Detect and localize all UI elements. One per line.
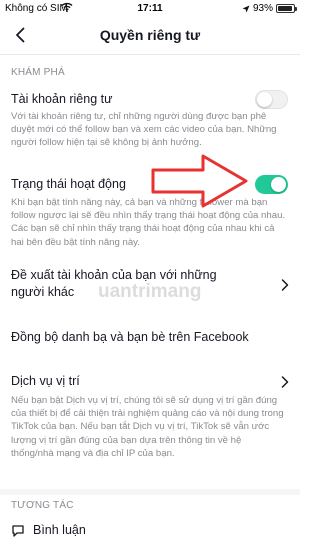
section-divider (0, 489, 300, 495)
nav-divider (0, 54, 300, 55)
watermark: uantrimang (98, 281, 202, 302)
nav-bar: Quyền riêng tư (0, 18, 300, 52)
arrow-annotation-icon (151, 154, 248, 208)
private-account-description: Với tài khoản riêng tư, chỉ những người … (11, 111, 277, 149)
chevron-right-icon (281, 279, 289, 291)
comments-title: Bình luận (33, 523, 86, 537)
location-services-description: Nếu bạn bật Dịch vụ vị trí, chúng tôi sẽ… (11, 395, 284, 459)
location-services-title: Dịch vụ vị trí (11, 374, 80, 388)
activity-status-toggle[interactable] (255, 175, 288, 194)
section-header-discover: KHÁM PHÁ (11, 67, 65, 78)
battery-fill (278, 6, 292, 11)
battery-icon (276, 4, 297, 13)
status-bar: Không có SIM 17:11 93% (0, 0, 300, 18)
comment-icon (12, 525, 24, 537)
page-title: Quyền riêng tư (99, 27, 201, 43)
sync-contacts-title: Đồng bộ danh bạ và bạn bè trên Facebook (11, 330, 249, 344)
private-account-title: Tài khoản riêng tư (11, 92, 113, 106)
toggle-knob (271, 177, 286, 192)
location-arrow-icon (242, 5, 250, 12)
private-account-toggle[interactable] (255, 90, 288, 109)
toggle-knob (257, 92, 272, 107)
activity-status-title: Trạng thái hoạt động (11, 177, 126, 191)
battery-percent: 93% (252, 3, 273, 14)
status-right: 93% (242, 3, 297, 14)
section-header-interaction: TƯƠNG TÁC (11, 500, 74, 511)
chevron-right-icon (281, 376, 289, 388)
